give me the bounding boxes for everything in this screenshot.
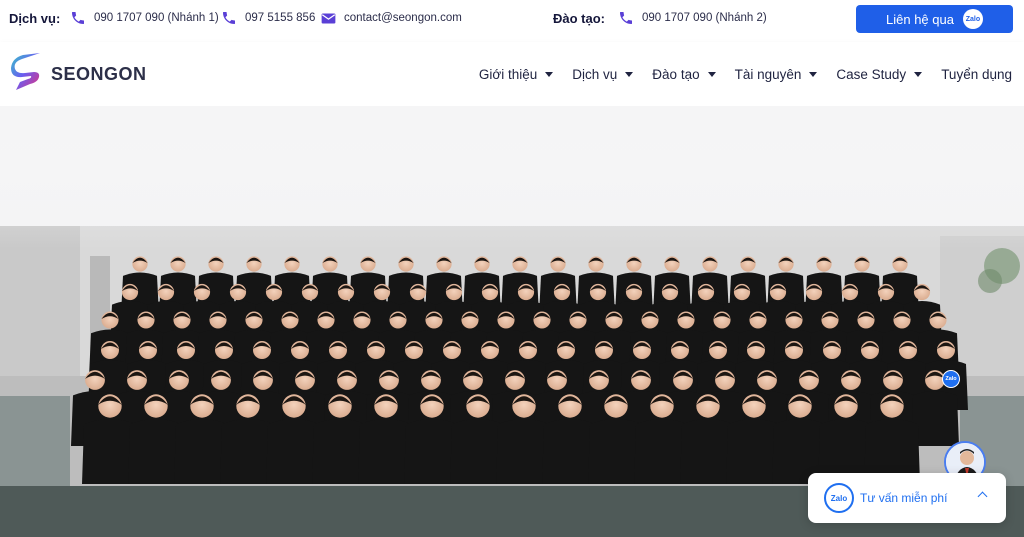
nav-item-case-study[interactable]: Case Study <box>836 66 923 82</box>
top-contact-bar: Dịch vụ: 090 1707 090 (Nhánh 1) 097 5155… <box>0 0 1024 36</box>
nav-item-label: Đào tạo <box>652 66 700 82</box>
services-label: Dịch vụ: <box>9 10 61 26</box>
nav-item-gioi-thieu[interactable]: Giới thiệu <box>478 66 554 82</box>
seongon-logo-icon <box>11 53 40 90</box>
phone-icon <box>223 12 235 24</box>
zalo-icon[interactable]: Zalo <box>942 370 960 388</box>
nav-item-dao-tao[interactable]: Đào tạo <box>652 66 716 82</box>
zalo-icon: Zalo <box>824 483 854 513</box>
nav-item-label: Giới thiệu <box>478 66 538 82</box>
phone-icon <box>72 12 84 24</box>
chevron-up-icon[interactable] <box>977 491 988 502</box>
zalo-icon: Zalo <box>962 9 983 29</box>
brand-logo[interactable]: SEONGON <box>10 50 147 94</box>
site-header: SEONGON Giới thiệu Dịch vụ Đào tạo Tài n… <box>0 42 1024 106</box>
contact-zalo-button[interactable]: Liên hệ qua Zalo <box>856 5 1013 33</box>
nav-item-label: Dịch vụ <box>572 66 618 82</box>
training-label: Đào tạo: <box>553 10 605 26</box>
nav-item-label: Tuyển dụng <box>941 66 1012 82</box>
brand-name: SEONGON <box>51 63 147 84</box>
phone-branch1-text: 090 1707 090 (Nhánh 1) <box>94 12 219 24</box>
free-consult-label: Tư vấn miễn phí <box>860 491 948 505</box>
email-link[interactable]: contact@seongon.com <box>321 0 462 36</box>
nav-item-tuyen-dung[interactable]: Tuyển dụng <box>941 67 1012 82</box>
nav-item-tai-nguyen[interactable]: Tài nguyên <box>735 67 818 82</box>
training-phone-link[interactable]: 090 1707 090 (Nhánh 2) <box>618 0 767 36</box>
caret-down-icon <box>545 71 554 77</box>
cta-label: Liên hệ qua <box>886 11 954 27</box>
training-contact-group: Đào tạo: <box>553 0 605 36</box>
nav-item-label: Case Study <box>836 66 907 82</box>
nav-item-dich-vu[interactable]: Dịch vụ <box>572 66 634 82</box>
caret-down-icon <box>707 71 716 77</box>
phone-icon <box>620 12 632 24</box>
services-contact-group: Dịch vụ: <box>9 0 60 36</box>
main-nav: Giới thiệu Dịch vụ Đào tạo Tài nguyên Ca… <box>460 42 1012 106</box>
caret-down-icon <box>809 71 818 77</box>
email-text: contact@seongon.com <box>344 12 462 24</box>
caret-down-icon <box>914 71 923 77</box>
nav-item-label: Tài nguyên <box>734 66 802 82</box>
phone-main-text: 097 5155 856 <box>245 12 316 24</box>
free-consult-widget[interactable]: Zalo Tư vấn miễn phí <box>808 473 1006 523</box>
caret-down-icon <box>625 71 634 77</box>
phone-branch1-link[interactable]: 090 1707 090 (Nhánh 1) <box>70 0 219 36</box>
mail-icon <box>321 13 336 23</box>
training-phone-text: 090 1707 090 (Nhánh 2) <box>642 12 767 24</box>
phone-main-link[interactable]: 097 5155 856 <box>221 0 315 36</box>
